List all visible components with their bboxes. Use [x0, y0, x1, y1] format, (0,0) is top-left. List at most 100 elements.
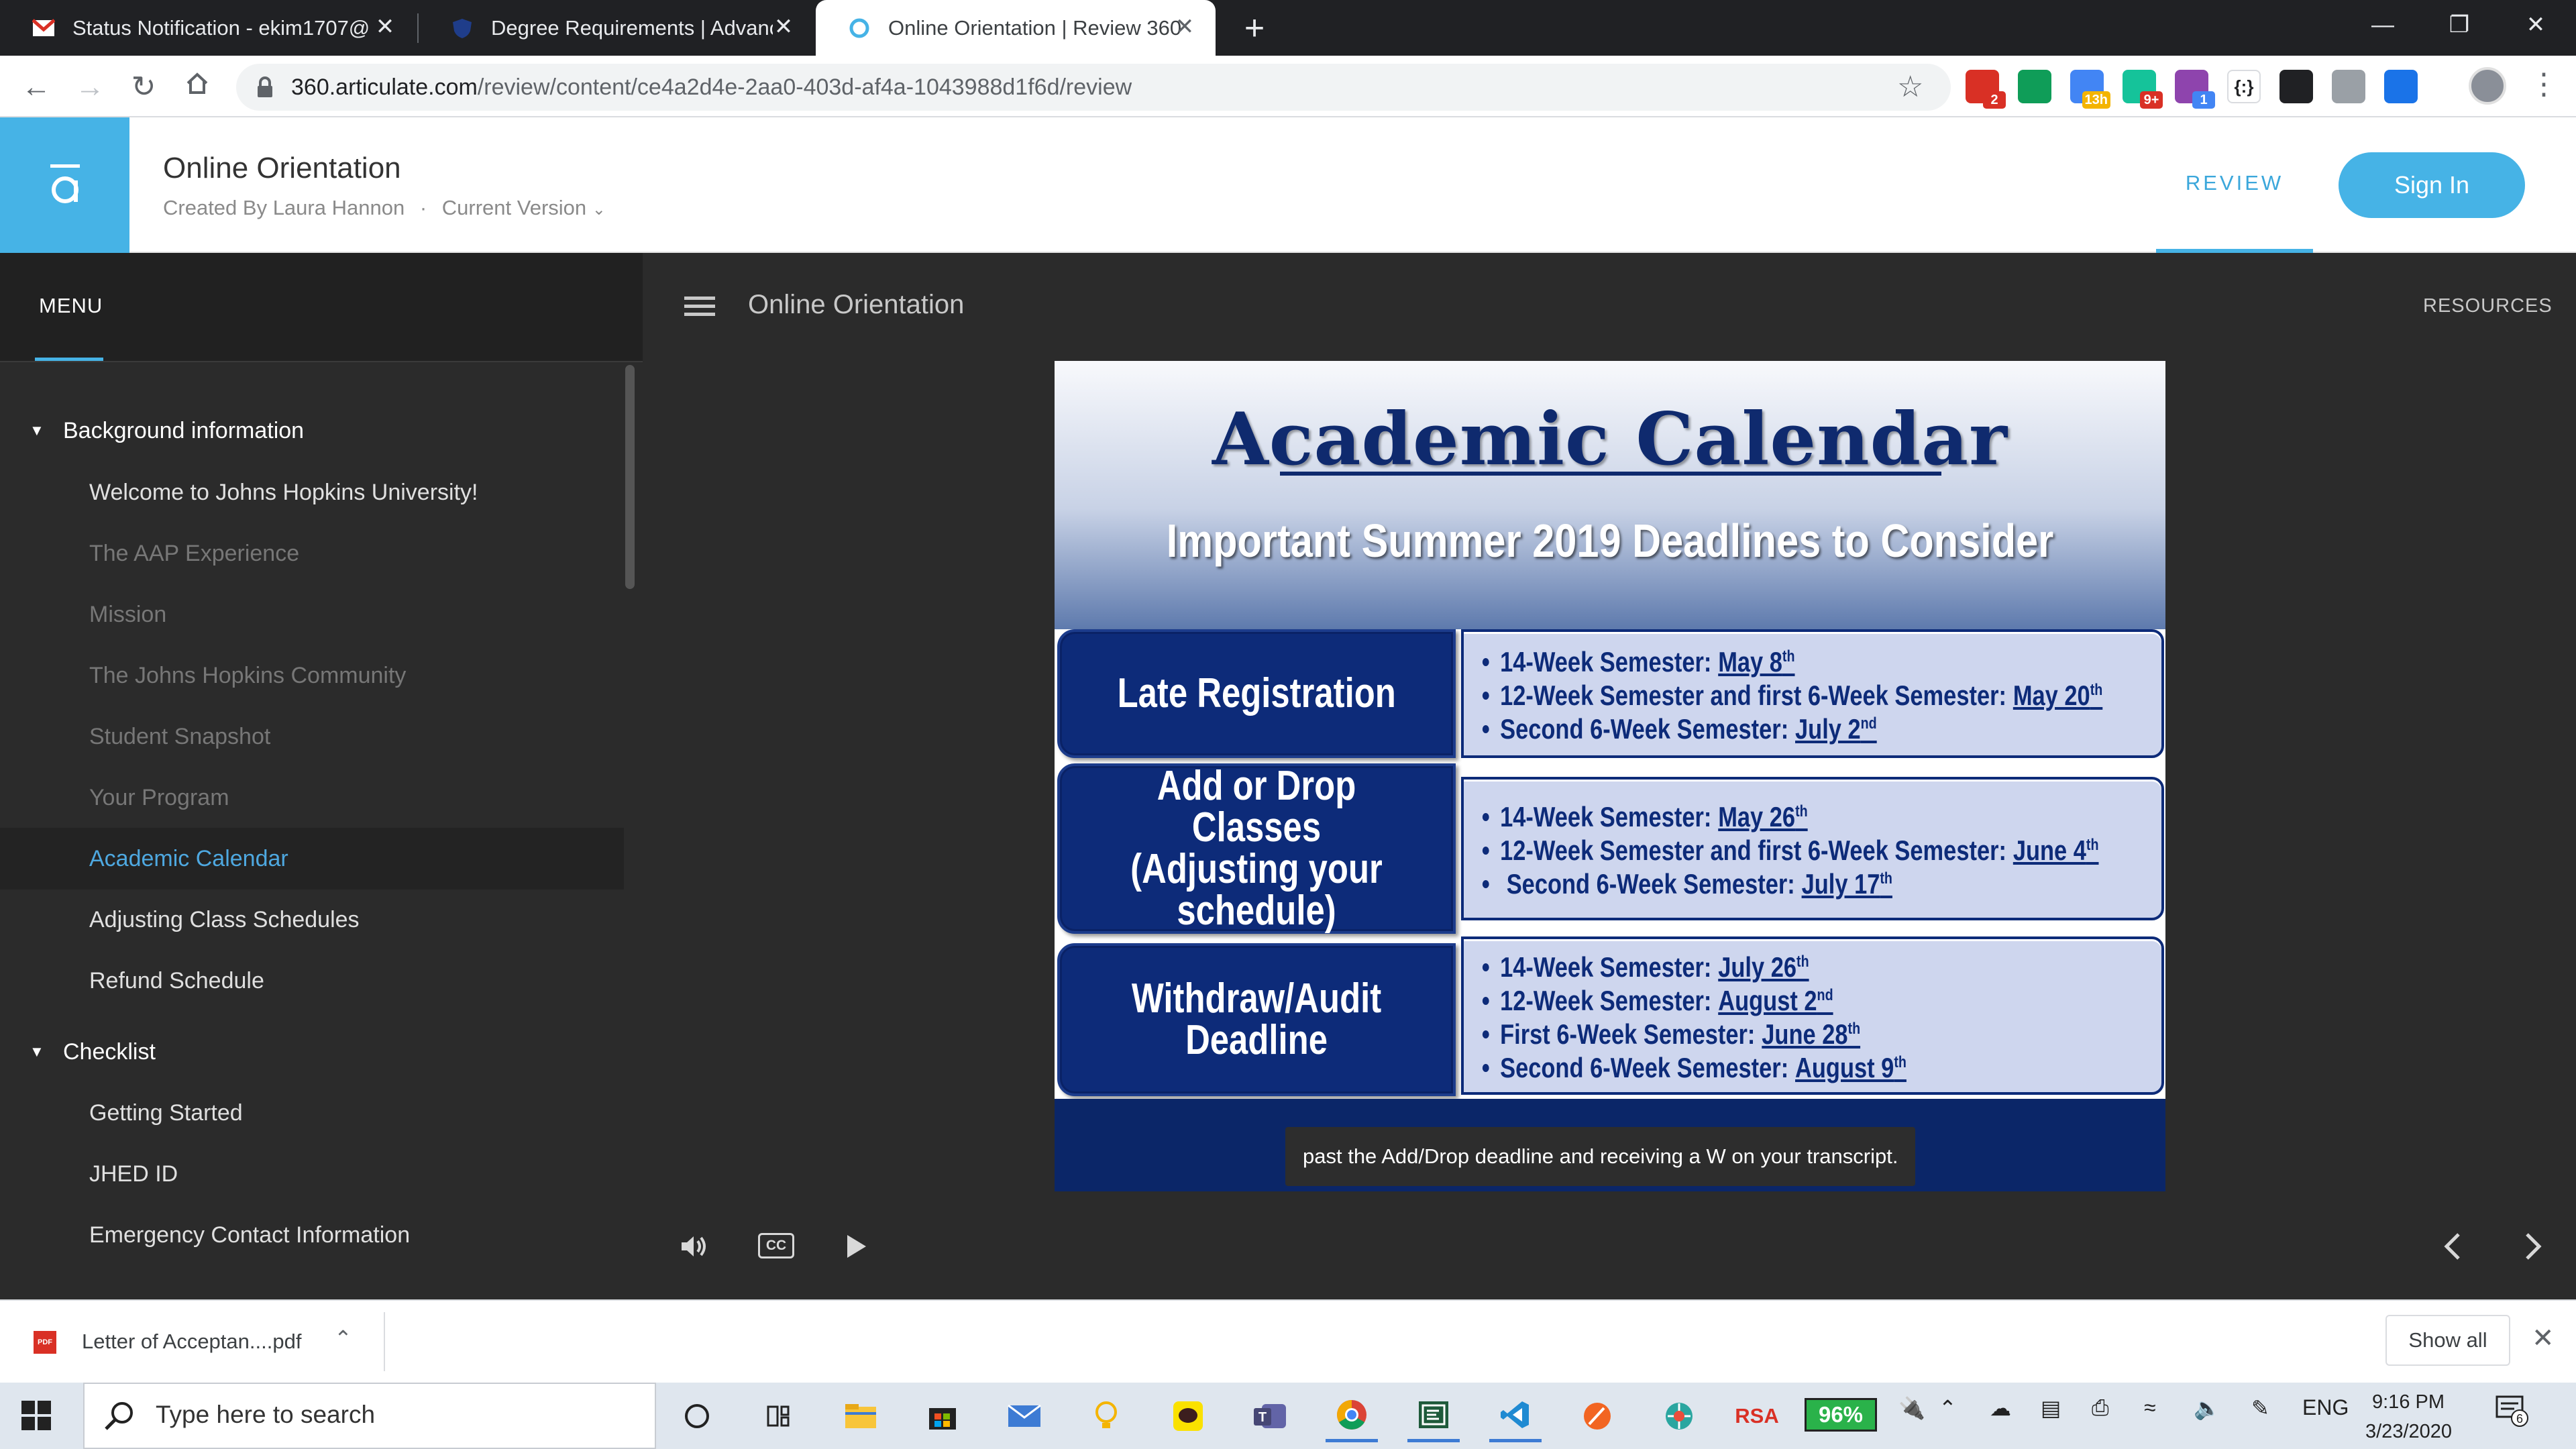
- terminal-app-icon[interactable]: [1407, 1390, 1460, 1442]
- task-view-icon[interactable]: [753, 1390, 805, 1442]
- section-background-information[interactable]: ▼ Background information: [0, 400, 624, 462]
- articulate-logo[interactable]: [0, 117, 129, 253]
- next-slide-icon[interactable]: [2513, 1228, 2553, 1265]
- browser-tab-degree-requirements[interactable]: Degree Requirements | Advanced ✕: [419, 0, 814, 56]
- wifi-icon[interactable]: ≈: [2144, 1395, 2156, 1420]
- action-center-icon[interactable]: 6: [2493, 1391, 2533, 1432]
- previous-slide-icon[interactable]: [2432, 1228, 2473, 1265]
- menu-item-jhed-id[interactable]: JHED ID: [0, 1143, 624, 1205]
- p-ext-icon[interactable]: 1: [2175, 70, 2215, 109]
- close-shelf-icon[interactable]: ✕: [2532, 1323, 2555, 1354]
- shield-ext-icon[interactable]: [2384, 70, 2418, 103]
- minimize-window-icon[interactable]: —: [2343, 0, 2423, 50]
- articulate-icon: [849, 18, 869, 38]
- extension-badge: 9+: [2140, 91, 2163, 109]
- close-tab-icon[interactable]: ✕: [769, 12, 798, 42]
- bookmark-star-icon[interactable]: ☆: [1897, 70, 1923, 104]
- printer-icon[interactable]: ⎙: [2092, 1395, 2109, 1421]
- mail-icon[interactable]: [998, 1390, 1051, 1442]
- clock-date: 3/23/2020: [2365, 1421, 2453, 1442]
- menu-item-refund-schedule[interactable]: Refund Schedule: [0, 950, 624, 1012]
- deadline-term: 12-Week Semester:: [1500, 985, 1712, 1016]
- vscode-icon[interactable]: [1489, 1390, 1542, 1442]
- windows-start-icon[interactable]: [20, 1399, 52, 1432]
- gmail-ext-icon[interactable]: 2: [1966, 70, 2006, 109]
- deadline-dates-withdraw-audit: • 14-Week Semester: July 26th • 12-Week Seme…: [1461, 936, 2164, 1095]
- menu-tab[interactable]: MENU: [39, 294, 103, 318]
- play-icon[interactable]: [836, 1228, 876, 1265]
- review-tab[interactable]: REVIEW: [2156, 117, 2313, 253]
- show-hidden-icons[interactable]: ⌃: [1939, 1395, 1957, 1421]
- menu-item-aap-experience[interactable]: The AAP Experience: [0, 523, 624, 584]
- circle-ext-icon[interactable]: [2332, 70, 2365, 103]
- forward-arrow-icon[interactable]: →: [70, 67, 110, 107]
- menu-item-jhu-community[interactable]: The Johns Hopkins Community: [0, 645, 624, 706]
- bullet: •: [1481, 646, 1490, 678]
- deadline-date: July 17th: [1802, 868, 1892, 900]
- sidebar-scrollbar[interactable]: [625, 365, 635, 589]
- show-all-downloads-button[interactable]: Show all: [2385, 1315, 2510, 1366]
- paint-app-icon[interactable]: [1571, 1390, 1623, 1442]
- kakaotalk-icon[interactable]: [1162, 1390, 1214, 1442]
- volume-icon[interactable]: [674, 1228, 714, 1265]
- section-checklist[interactable]: ▼ Checklist: [0, 1021, 624, 1083]
- chrome-icon[interactable]: [1326, 1390, 1378, 1442]
- extension-badge: 13h: [2082, 91, 2110, 109]
- cortana-icon[interactable]: [671, 1390, 723, 1442]
- menu-item-student-snapshot[interactable]: Student Snapshot: [0, 706, 624, 767]
- gmail-icon: [32, 19, 55, 36]
- hangouts-ext-icon[interactable]: [2018, 70, 2051, 103]
- sign-in-button[interactable]: Sign In: [2339, 152, 2525, 218]
- menu-item-welcome[interactable]: Welcome to Johns Hopkins University!: [0, 462, 624, 523]
- file-explorer-icon[interactable]: [835, 1390, 887, 1442]
- download-shelf: [0, 1299, 2576, 1383]
- grammarly-ext-icon[interactable]: 9+: [2123, 70, 2163, 109]
- browser-tab-online-orientation[interactable]: Online Orientation | Review 360 ✕: [816, 0, 1216, 56]
- resources-button[interactable]: RESOURCES: [2423, 295, 2553, 317]
- menu-item-getting-started[interactable]: Getting Started: [0, 1082, 624, 1144]
- home-icon[interactable]: [177, 67, 217, 107]
- menu-item-emergency-contact[interactable]: Emergency Contact Information: [0, 1204, 624, 1266]
- deadline-label-text: Withdraw/Audit Deadline: [1131, 975, 1382, 1063]
- date-suffix: th: [1795, 802, 1808, 820]
- chevron-up-icon[interactable]: ⌃: [334, 1326, 352, 1351]
- articulate-logo-icon: [50, 164, 80, 203]
- browser-tab-gmail[interactable]: Status Notification - ekim1707@ ✕: [0, 0, 416, 56]
- system-clock[interactable]: 9:16 PM 3/23/2020: [2365, 1387, 2453, 1446]
- close-tab-icon[interactable]: ✕: [1170, 12, 1199, 42]
- new-tab-button[interactable]: +: [1236, 9, 1273, 47]
- tips-icon[interactable]: [1080, 1390, 1132, 1442]
- browser-menu-icon[interactable]: ⋮: [2529, 67, 2559, 101]
- profile-avatar[interactable]: [2469, 67, 2506, 105]
- calendar-ext-icon[interactable]: 13h: [2070, 70, 2110, 109]
- menu-item-your-program[interactable]: Your Program: [0, 767, 624, 828]
- battery-indicator[interactable]: 96%: [1805, 1398, 1877, 1432]
- menu-item-academic-calendar[interactable]: Academic Calendar: [0, 828, 624, 890]
- version-dropdown[interactable]: Current Version ⌄: [442, 196, 606, 219]
- download-item[interactable]: Letter of Acceptan....pdf: [82, 1330, 301, 1354]
- closed-captions-button[interactable]: CC: [758, 1233, 794, 1258]
- onedrive-icon[interactable]: ☁: [1990, 1395, 2011, 1421]
- microsoft-teams-icon[interactable]: T: [1244, 1390, 1296, 1442]
- back-arrow-icon[interactable]: ←: [16, 67, 56, 107]
- pen-workspace-icon[interactable]: ✎: [2251, 1395, 2269, 1421]
- reload-icon[interactable]: ↻: [123, 67, 164, 107]
- input-language[interactable]: ENG: [2302, 1395, 2349, 1420]
- qr-ext-icon[interactable]: [2279, 70, 2313, 103]
- url-text[interactable]: 360.articulate.com/review/content/ce4a2d…: [291, 71, 1132, 103]
- menu-item-mission[interactable]: Mission: [0, 584, 624, 645]
- menu-item-adjusting-class-schedules[interactable]: Adjusting Class Schedules: [0, 889, 624, 951]
- meta-separator: ·: [419, 196, 427, 219]
- close-tab-icon[interactable]: ✕: [370, 12, 400, 42]
- close-window-icon[interactable]: ✕: [2496, 0, 2576, 50]
- clipboard-icon[interactable]: ▤: [2041, 1395, 2061, 1421]
- network-app-icon[interactable]: [1653, 1390, 1705, 1442]
- regex-ext-icon[interactable]: {:}: [2227, 70, 2261, 103]
- hamburger-menu-icon[interactable]: [684, 295, 715, 318]
- rsa-token-icon[interactable]: RSA: [1731, 1390, 1783, 1442]
- restore-window-icon[interactable]: ❐: [2419, 0, 2500, 50]
- microsoft-store-icon[interactable]: [916, 1390, 969, 1442]
- speaker-icon[interactable]: 🔈: [2194, 1395, 2220, 1421]
- deadline-date-value: June 28: [1762, 1018, 1848, 1050]
- date-suffix: th: [2086, 836, 2099, 854]
